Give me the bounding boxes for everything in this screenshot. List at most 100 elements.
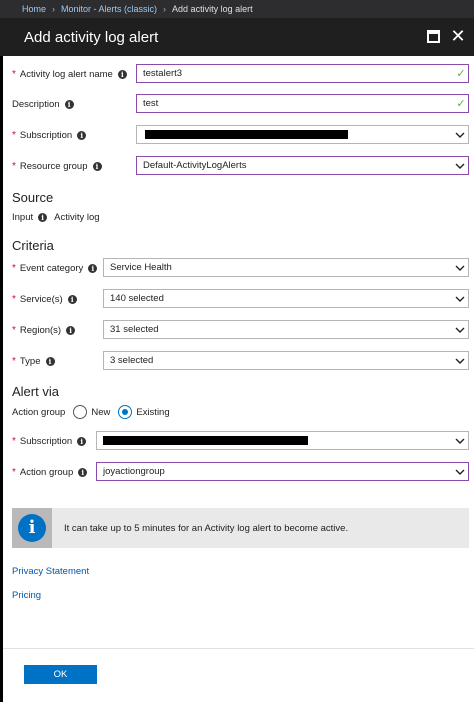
- regions-dropdown[interactable]: 31 selected: [103, 320, 469, 339]
- required-marker: *: [12, 324, 16, 336]
- breadcrumb-current: Add activity log alert: [172, 4, 253, 14]
- info-icon[interactable]: i: [77, 436, 87, 446]
- action-group-label: * Action group i: [12, 465, 88, 479]
- type-label-text: Type: [19, 355, 41, 367]
- description-value: test: [143, 98, 159, 109]
- resource-group-label-text: Resource group: [19, 160, 88, 172]
- alert-subscription-value: [103, 436, 452, 445]
- left-edge-divider: [0, 56, 3, 702]
- alert-subscription-dropdown[interactable]: [96, 431, 469, 450]
- action-group-dropdown[interactable]: joyactiongroup: [96, 462, 469, 481]
- regions-value: 31 selected: [110, 324, 159, 335]
- type-label: * Type i: [12, 354, 55, 368]
- info-icon[interactable]: i: [67, 294, 77, 304]
- privacy-statement-link[interactable]: Privacy Statement: [12, 566, 89, 577]
- info-icon[interactable]: i: [66, 325, 76, 335]
- chevron-right-icon: ›: [163, 4, 167, 14]
- subscription-value: [143, 130, 452, 139]
- checkmark-icon: ✓: [456, 98, 466, 110]
- resource-group-dropdown[interactable]: Default-ActivityLogAlerts: [136, 156, 469, 175]
- info-icon[interactable]: i: [45, 356, 55, 366]
- required-marker: *: [12, 355, 16, 367]
- required-marker: *: [12, 293, 16, 305]
- info-icon[interactable]: i: [38, 212, 48, 222]
- criteria-heading: Criteria: [12, 238, 54, 253]
- source-input-value: Activity log: [54, 211, 100, 223]
- source-input-label: Input: [12, 211, 34, 223]
- info-banner: i It can take up to 5 minutes for an Act…: [12, 508, 469, 548]
- maximize-icon[interactable]: [427, 30, 440, 43]
- chevron-down-icon: [452, 126, 468, 143]
- redacted-value: [145, 130, 348, 139]
- action-group-value: joyactiongroup: [103, 466, 165, 477]
- alert-via-heading: Alert via: [12, 384, 59, 399]
- chevron-down-icon: [452, 463, 468, 480]
- action-group-mode-label: Action group: [12, 406, 66, 418]
- info-banner-message: It can take up to 5 minutes for an Activ…: [64, 522, 349, 534]
- info-icon[interactable]: i: [77, 130, 87, 140]
- required-marker: *: [12, 129, 16, 141]
- resource-group-label: * Resource group i: [12, 159, 102, 173]
- subscription-label-text: Subscription: [19, 129, 73, 141]
- event-category-value: Service Health: [110, 262, 172, 273]
- radio-existing[interactable]: [118, 405, 133, 419]
- pricing-link[interactable]: Pricing: [12, 590, 41, 601]
- required-marker: *: [12, 262, 16, 274]
- regions-label: * Region(s) i: [12, 323, 76, 337]
- info-icon[interactable]: i: [78, 467, 88, 477]
- type-value: 3 selected: [110, 355, 154, 366]
- regions-label-text: Region(s): [19, 324, 62, 336]
- info-icon[interactable]: i: [64, 99, 74, 109]
- blade-header: Add activity log alert ✕: [0, 18, 474, 56]
- event-category-label-text: Event category: [19, 262, 84, 274]
- chevron-right-icon: ›: [52, 4, 56, 14]
- event-category-label: * Event category i: [12, 261, 98, 275]
- alert-name-input[interactable]: testalert3 ✓: [136, 64, 469, 83]
- info-icon[interactable]: i: [92, 161, 102, 171]
- alert-name-label-text: Activity log alert name: [19, 68, 113, 80]
- radio-new[interactable]: [73, 405, 88, 419]
- checkmark-icon: ✓: [456, 68, 466, 80]
- ok-button[interactable]: OK: [24, 665, 97, 684]
- info-icon[interactable]: i: [88, 263, 98, 273]
- subscription-dropdown[interactable]: [136, 125, 469, 144]
- required-marker: *: [12, 160, 16, 172]
- services-dropdown[interactable]: 140 selected: [103, 289, 469, 308]
- services-value: 140 selected: [110, 293, 164, 304]
- source-input-row: Input i Activity log: [12, 210, 100, 224]
- chevron-down-icon: [452, 432, 468, 449]
- info-banner-icon-box: i: [12, 508, 52, 548]
- services-label-text: Service(s): [19, 293, 63, 305]
- info-circle-icon: i: [18, 514, 46, 542]
- breadcrumb-monitor-link[interactable]: Monitor - Alerts (classic): [61, 4, 157, 14]
- chevron-down-icon: [452, 157, 468, 174]
- breadcrumb-home-link[interactable]: Home: [22, 4, 46, 14]
- event-category-dropdown[interactable]: Service Health: [103, 258, 469, 277]
- description-label: Description i: [12, 97, 74, 111]
- footer-divider: [3, 648, 474, 649]
- redacted-value: [103, 436, 308, 445]
- alert-subscription-label-text: Subscription: [19, 435, 73, 447]
- type-dropdown[interactable]: 3 selected: [103, 351, 469, 370]
- close-icon[interactable]: ✕: [448, 25, 468, 47]
- source-heading: Source: [12, 190, 54, 205]
- action-group-label-text: Action group: [19, 466, 74, 478]
- alert-name-label: * Activity log alert name i: [12, 67, 127, 81]
- radio-new-label[interactable]: New: [91, 407, 110, 418]
- info-icon[interactable]: i: [117, 69, 127, 79]
- chevron-down-icon: [452, 352, 468, 369]
- description-input[interactable]: test ✓: [136, 94, 469, 113]
- chevron-down-icon: [452, 259, 468, 276]
- radio-existing-label[interactable]: Existing: [136, 407, 169, 418]
- chevron-down-icon: [452, 321, 468, 338]
- services-label: * Service(s) i: [12, 292, 77, 306]
- description-label-text: Description: [12, 98, 60, 110]
- required-marker: *: [12, 466, 16, 478]
- alert-subscription-label: * Subscription i: [12, 434, 87, 448]
- subscription-label: * Subscription i: [12, 128, 87, 142]
- resource-group-value: Default-ActivityLogAlerts: [143, 160, 247, 171]
- action-group-mode-row: Action group New Existing: [12, 404, 170, 420]
- chevron-down-icon: [452, 290, 468, 307]
- required-marker: *: [12, 435, 16, 447]
- breadcrumb: Home › Monitor - Alerts (classic) › Add …: [0, 0, 474, 18]
